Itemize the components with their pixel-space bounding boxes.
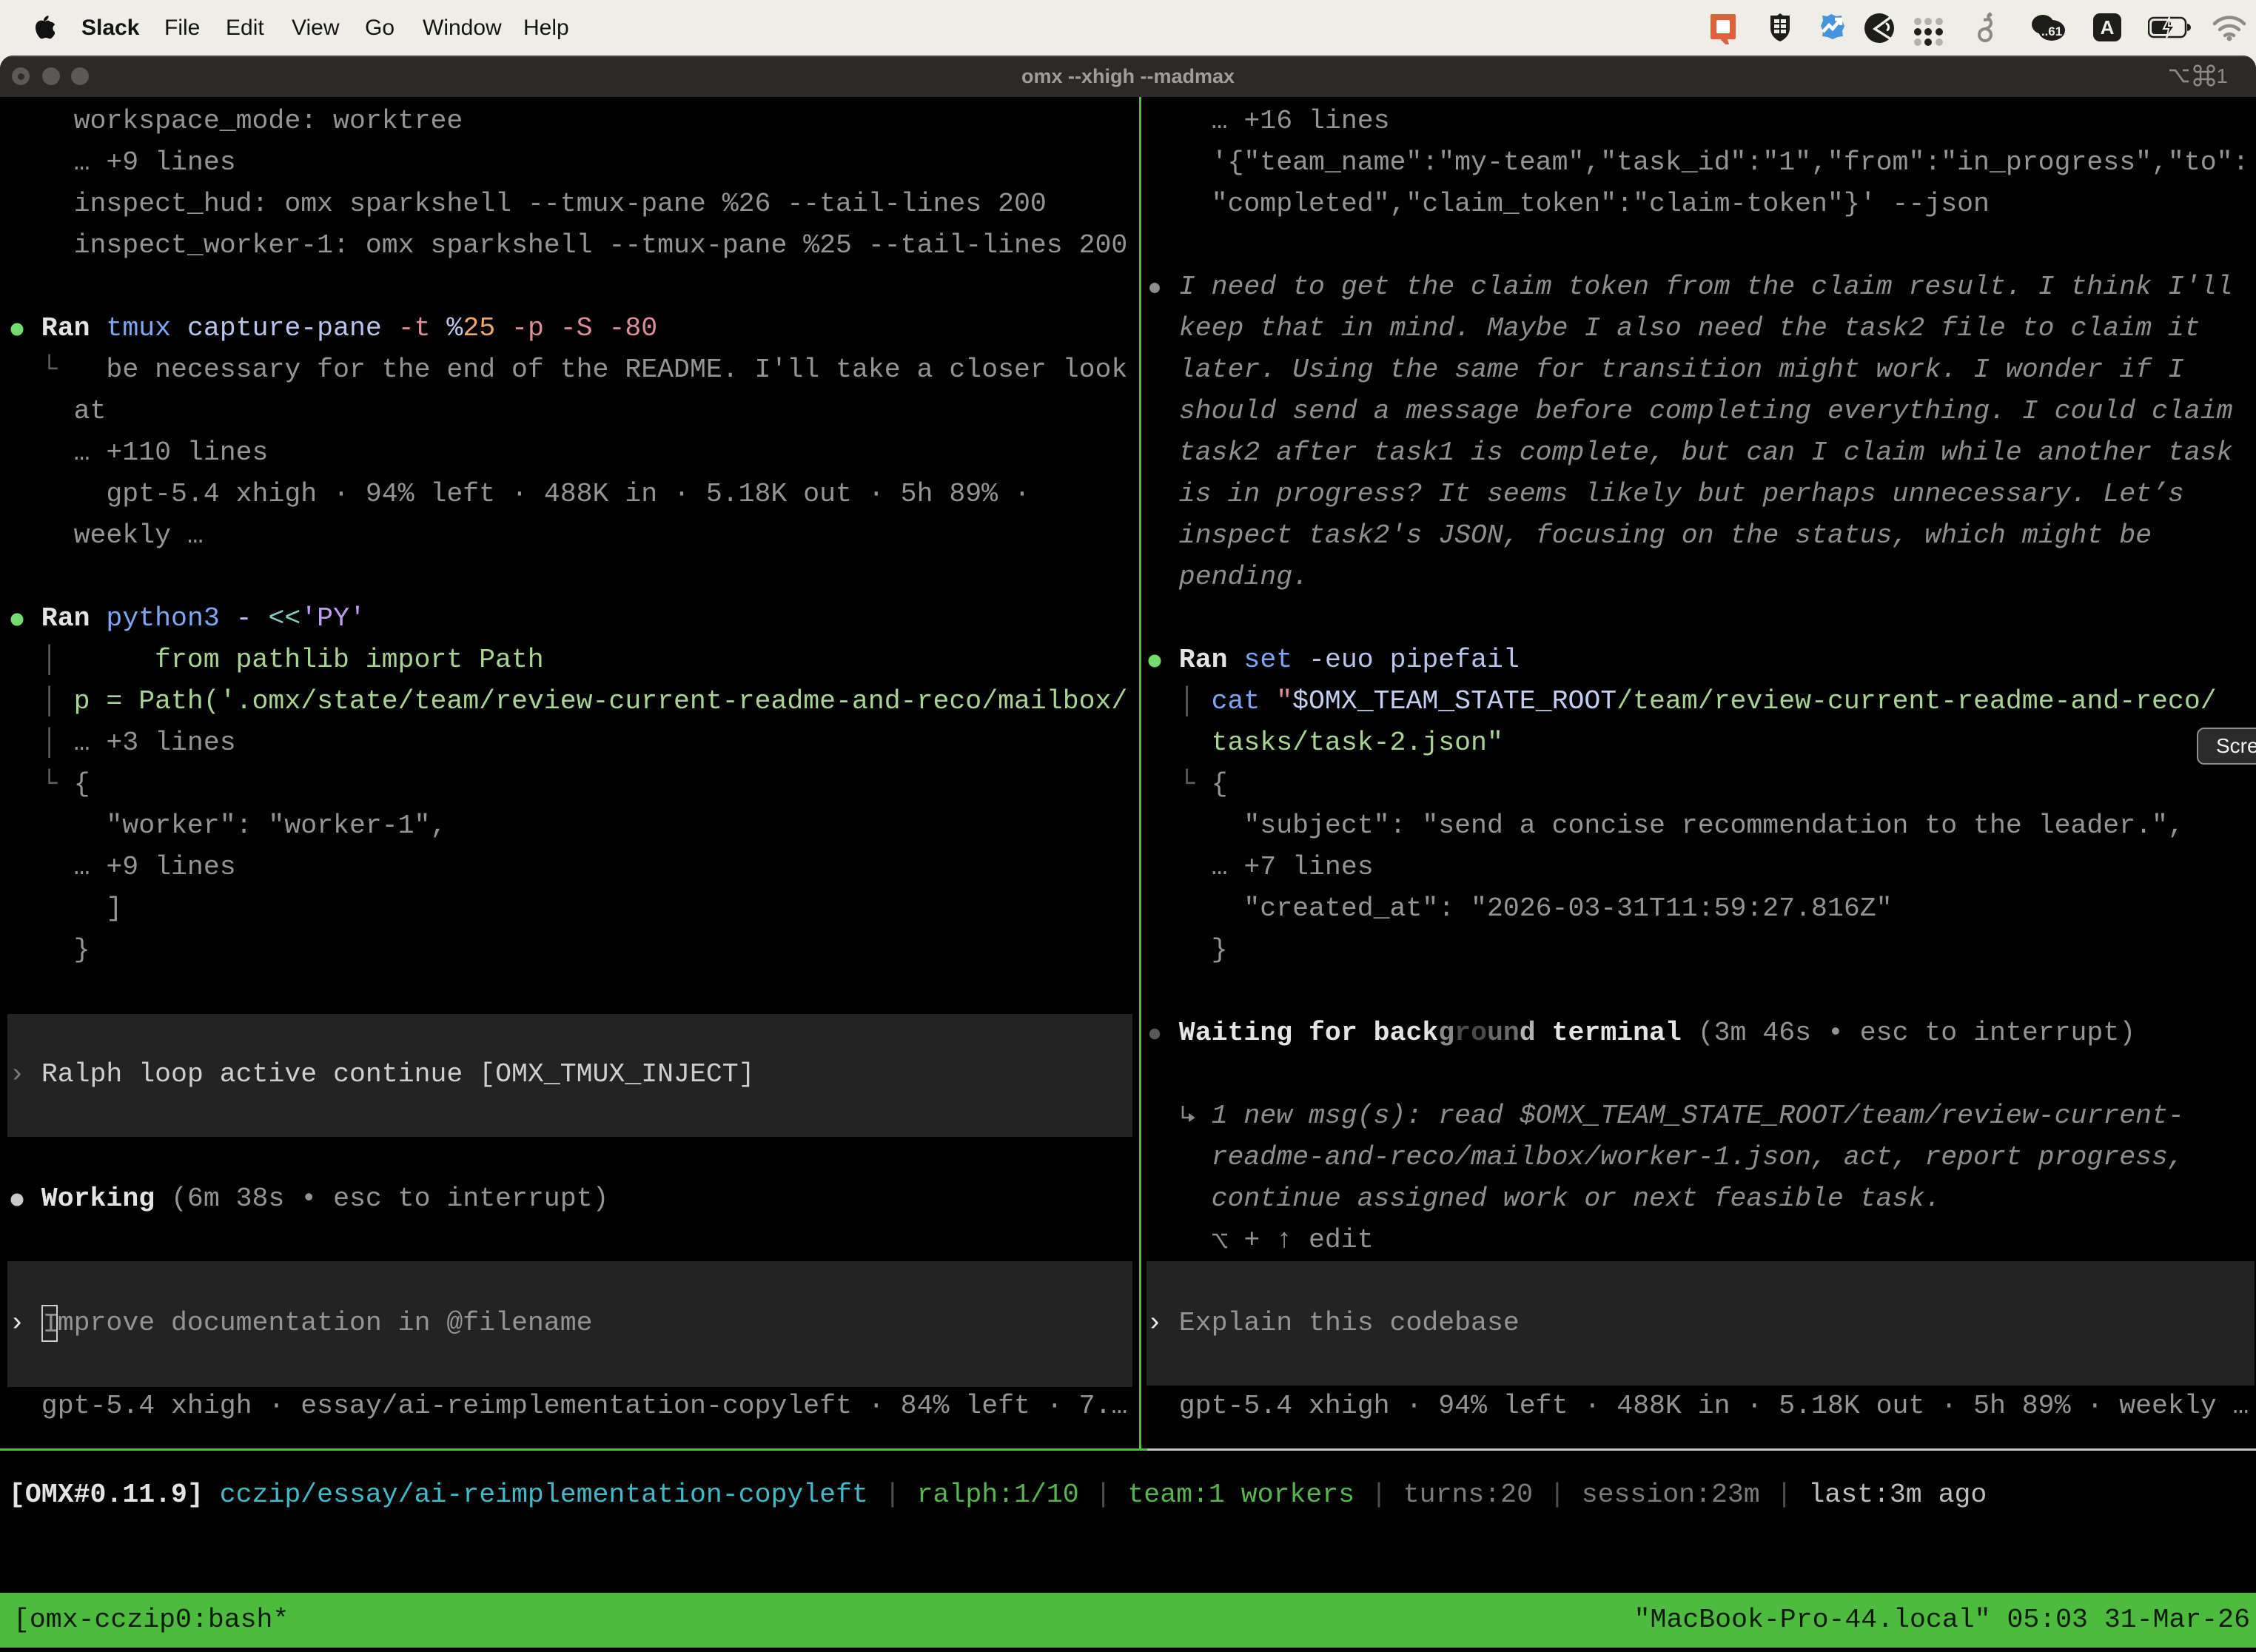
svg-text:..61: ..61 bbox=[2041, 24, 2062, 38]
